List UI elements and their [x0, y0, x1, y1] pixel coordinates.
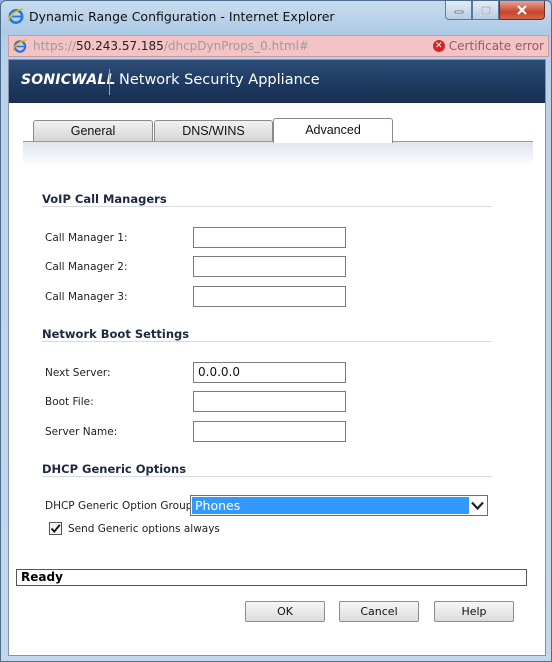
- dhcp-generic-heading: DHCP Generic Options: [42, 462, 187, 476]
- ie-window: Dynamic Range Configuration - Internet E…: [0, 0, 552, 662]
- next-server-input[interactable]: 0.0.0.0: [193, 362, 346, 383]
- certificate-error[interactable]: ✕ Certificate error: [432, 39, 544, 53]
- error-icon: ✕: [432, 40, 445, 52]
- status-bar: Ready: [16, 569, 527, 586]
- call-manager-2-label: Call Manager 2:: [45, 261, 128, 273]
- app-title: Network Security Appliance: [119, 72, 320, 88]
- call-manager-3-label: Call Manager 3:: [45, 291, 128, 303]
- maximize-icon: [480, 5, 491, 15]
- maximize-button[interactable]: [472, 1, 499, 20]
- section-divider: [42, 341, 492, 342]
- voip-heading: VoIP Call Managers: [42, 192, 167, 206]
- title-bar[interactable]: Dynamic Range Configuration - Internet E…: [1, 1, 551, 33]
- boot-file-input[interactable]: [193, 391, 346, 412]
- banner-divider: [109, 69, 110, 95]
- window-controls: [445, 1, 545, 21]
- page-icon: [12, 38, 28, 54]
- send-generic-options-checkbox[interactable]: [49, 522, 62, 535]
- dhcp-option-group-select[interactable]: Phones: [190, 495, 488, 516]
- section-divider: [42, 206, 492, 207]
- ok-button[interactable]: OK: [245, 601, 325, 622]
- help-button[interactable]: Help: [434, 601, 514, 622]
- checkmark-icon: [50, 524, 61, 534]
- tab-dns-wins[interactable]: DNS/WINS: [154, 120, 273, 142]
- dhcp-option-group-value: Phones: [192, 497, 469, 514]
- call-manager-1-input[interactable]: [193, 227, 346, 248]
- url-scheme: https://: [33, 39, 77, 53]
- boot-file-label: Boot File:: [45, 396, 94, 408]
- url-text[interactable]: https://50.243.57.185/dhcpDynProps_0.htm…: [33, 39, 309, 53]
- next-server-label: Next Server:: [45, 367, 111, 379]
- dhcp-option-group-label: DHCP Generic Option Group:: [45, 500, 196, 512]
- tab-panel-header: [23, 142, 533, 164]
- close-icon: [517, 5, 527, 15]
- sonicwall-logo: SONICWALL: [21, 72, 116, 88]
- url-path: /dhcpDynProps_0.html#: [163, 39, 309, 53]
- close-button[interactable]: [499, 1, 545, 20]
- server-name-label: Server Name:: [45, 426, 118, 438]
- call-manager-2-input[interactable]: [193, 256, 346, 277]
- server-name-input[interactable]: [193, 421, 346, 442]
- tab-advanced[interactable]: Advanced: [273, 118, 393, 143]
- header-banner: SONICWALL Network Security Appliance: [9, 60, 545, 103]
- call-manager-1-label: Call Manager 1:: [45, 232, 128, 244]
- address-bar[interactable]: https://50.243.57.185/dhcpDynProps_0.htm…: [8, 35, 549, 57]
- chevron-down-icon[interactable]: [469, 497, 486, 514]
- certificate-error-label: Certificate error: [448, 39, 544, 53]
- cancel-button[interactable]: Cancel: [339, 601, 419, 622]
- url-host: 50.243.57.185: [76, 39, 164, 53]
- section-divider: [42, 476, 492, 477]
- call-manager-3-input[interactable]: [193, 286, 346, 307]
- page-content: SONICWALL Network Security Appliance Gen…: [8, 59, 546, 656]
- send-generic-options-label[interactable]: Send Generic options always: [68, 523, 220, 535]
- tab-general[interactable]: General: [33, 120, 153, 142]
- window-title: Dynamic Range Configuration - Internet E…: [29, 9, 335, 24]
- network-boot-heading: Network Boot Settings: [42, 327, 190, 341]
- internet-explorer-icon: [7, 7, 25, 25]
- minimize-button[interactable]: [445, 1, 472, 20]
- minimize-icon: [454, 10, 463, 14]
